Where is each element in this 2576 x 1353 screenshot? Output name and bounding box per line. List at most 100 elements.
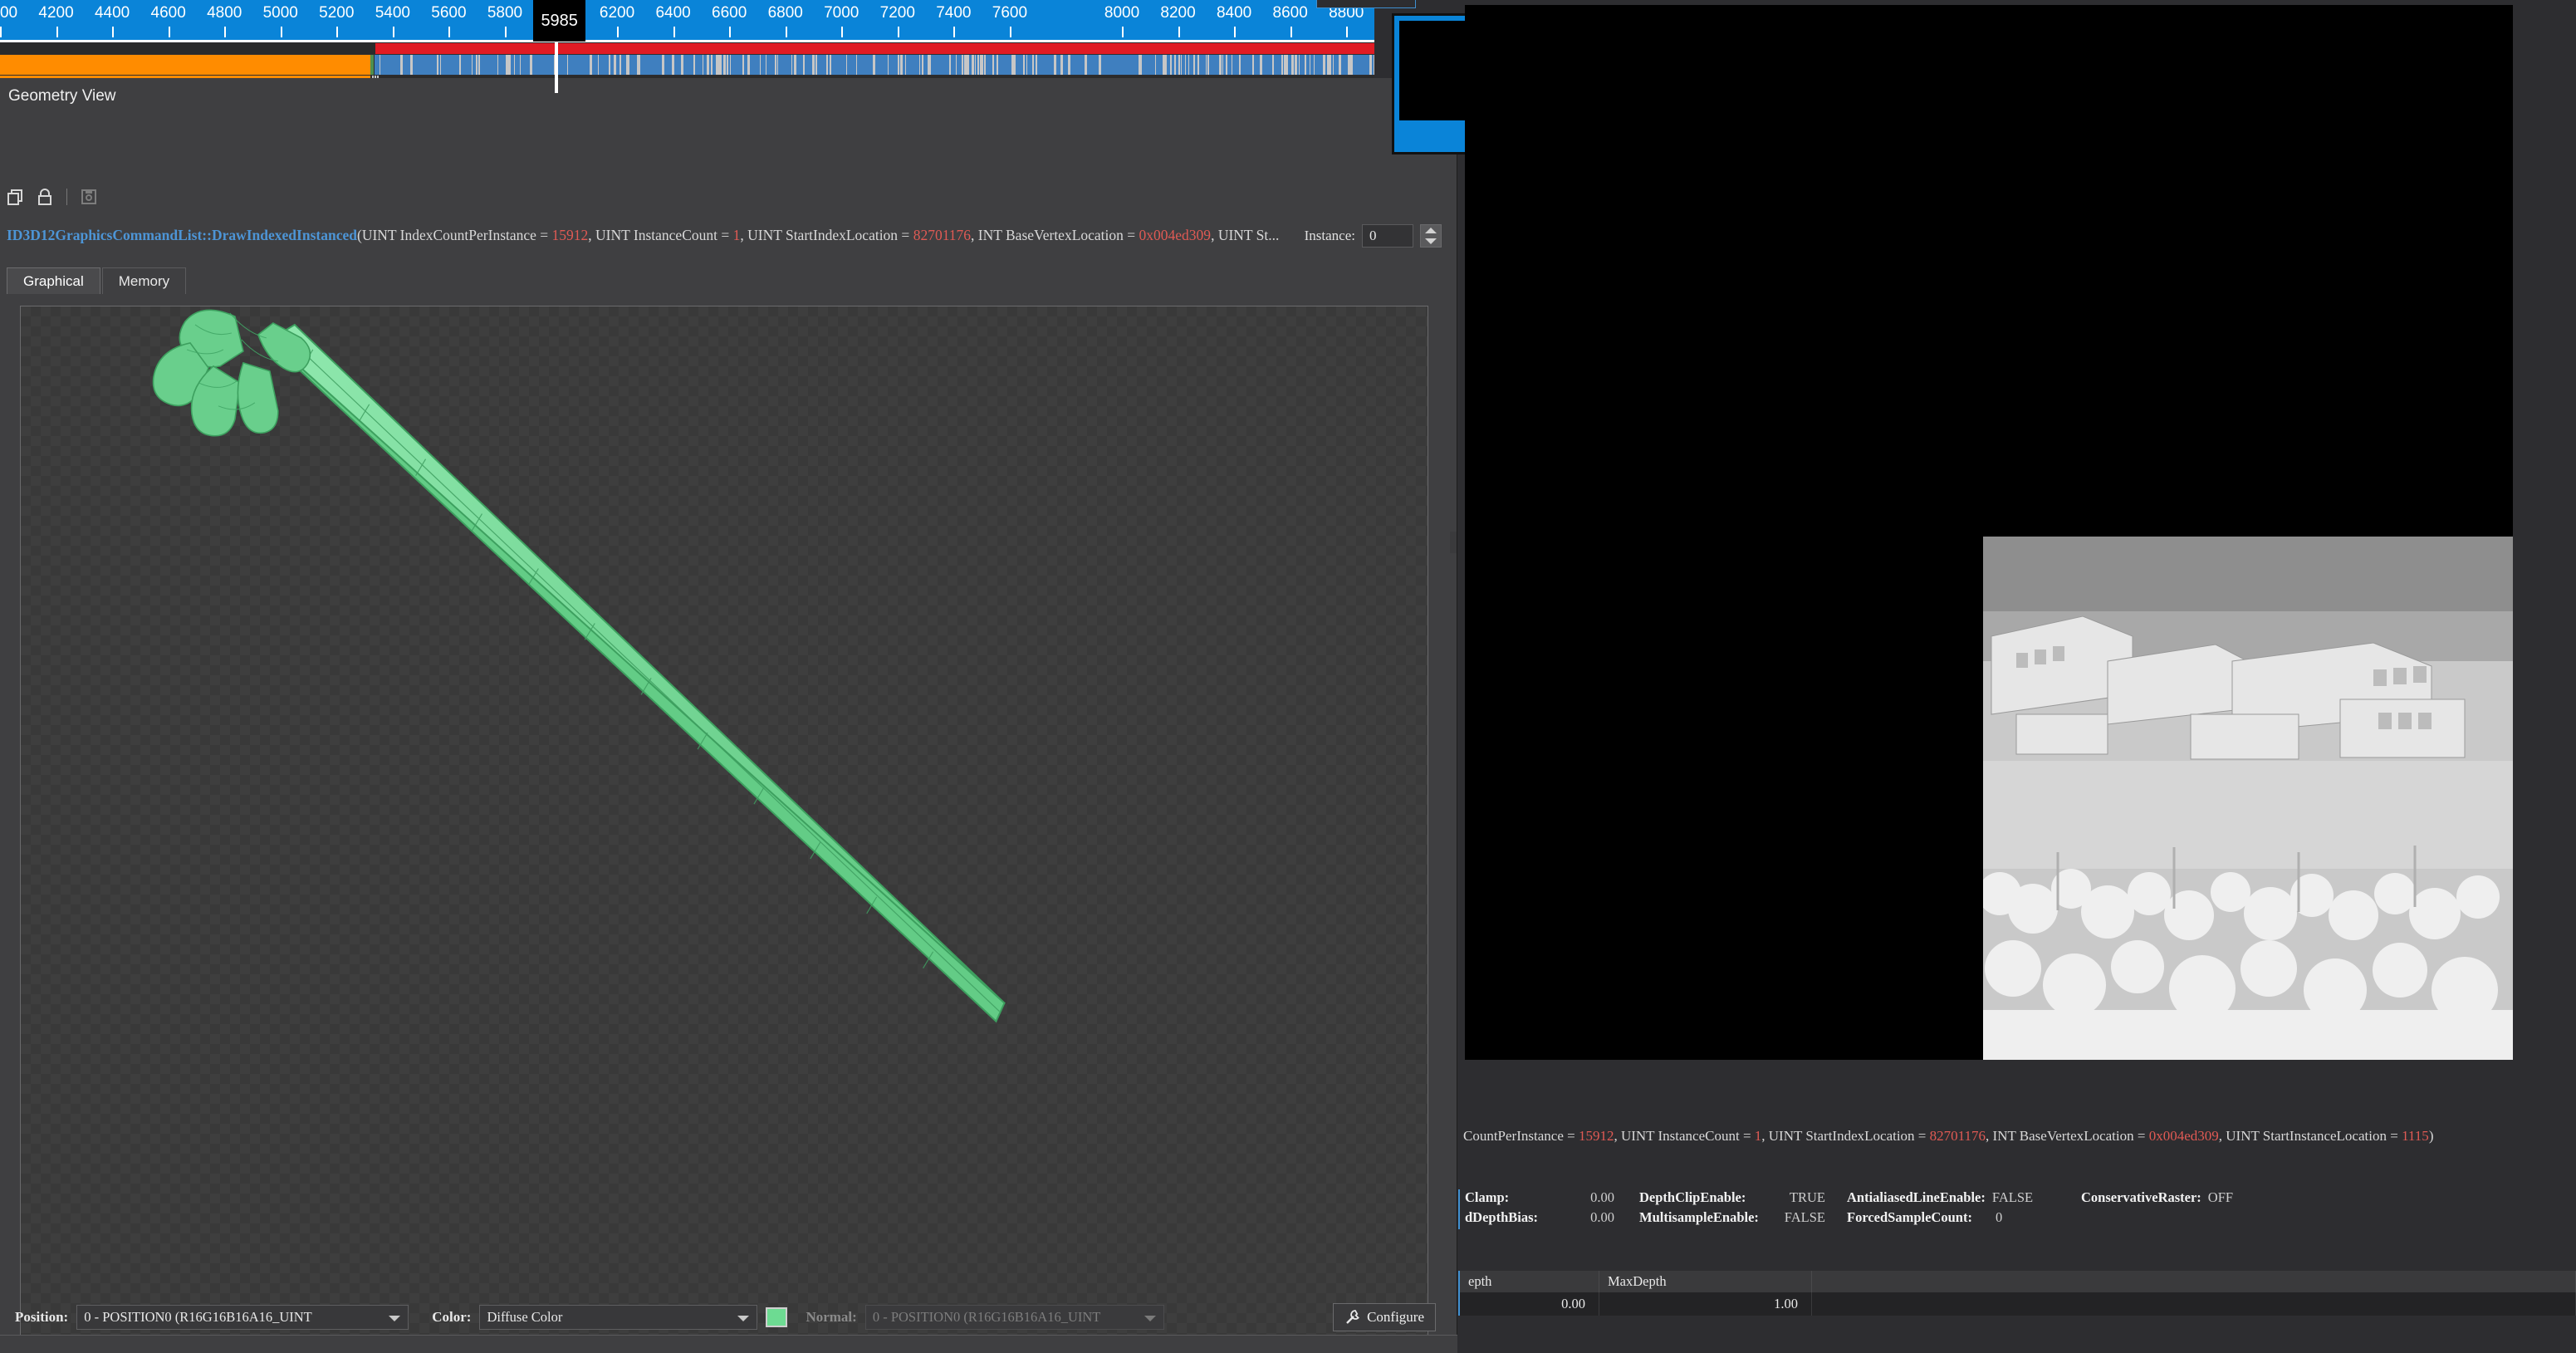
event-marker[interactable] — [723, 55, 726, 75]
event-marker[interactable] — [1348, 55, 1350, 75]
event-marker[interactable] — [1188, 55, 1190, 75]
pane-splitter-handle[interactable] — [1450, 532, 1457, 553]
event-marker[interactable] — [620, 55, 621, 75]
timeline-track-events[interactable] — [0, 55, 1374, 75]
event-marker[interactable] — [1060, 55, 1063, 75]
event-marker[interactable] — [1155, 55, 1157, 75]
event-marker[interactable] — [1252, 55, 1254, 75]
event-marker[interactable] — [747, 55, 750, 75]
event-marker[interactable] — [707, 55, 709, 75]
geometry-view-tabs[interactable]: Graphical Memory — [7, 267, 188, 294]
instance-spinner[interactable] — [1420, 224, 1442, 248]
event-marker[interactable] — [803, 55, 805, 75]
event-marker[interactable] — [967, 55, 969, 75]
event-marker[interactable] — [672, 55, 674, 75]
event-segment-green[interactable] — [370, 55, 374, 75]
event-marker[interactable] — [530, 55, 532, 75]
event-marker[interactable] — [777, 55, 779, 75]
event-marker[interactable] — [905, 55, 907, 75]
geometry-viewport[interactable] — [20, 306, 1428, 1353]
event-marker[interactable] — [478, 55, 480, 75]
event-marker[interactable] — [760, 55, 762, 75]
event-marker[interactable] — [949, 55, 951, 75]
event-marker[interactable] — [412, 55, 414, 75]
event-marker[interactable] — [992, 55, 994, 75]
event-marker[interactable] — [791, 55, 793, 75]
event-marker[interactable] — [472, 55, 473, 75]
event-marker[interactable] — [717, 55, 720, 75]
event-marker[interactable] — [703, 55, 704, 75]
event-marker[interactable] — [1330, 55, 1331, 75]
event-marker[interactable] — [1032, 55, 1034, 75]
event-marker[interactable] — [497, 55, 499, 75]
copy-icon[interactable] — [5, 186, 27, 208]
event-marker[interactable] — [812, 55, 814, 75]
event-marker[interactable] — [1299, 55, 1300, 75]
event-marker[interactable] — [662, 55, 664, 75]
event-marker[interactable] — [615, 55, 616, 75]
event-marker[interactable] — [1141, 55, 1143, 75]
instance-stepper[interactable]: Instance: 0 — [1305, 223, 1442, 248]
event-marker[interactable] — [1207, 55, 1209, 75]
event-marker[interactable] — [1193, 55, 1195, 75]
event-marker[interactable] — [639, 55, 640, 75]
event-marker[interactable] — [1351, 55, 1353, 75]
render-target-view[interactable] — [1465, 5, 2513, 1060]
event-marker[interactable] — [1036, 55, 1037, 75]
event-marker[interactable] — [766, 55, 767, 75]
event-marker[interactable] — [1068, 55, 1070, 75]
event-marker[interactable] — [1305, 55, 1307, 75]
event-marker[interactable] — [1170, 55, 1172, 75]
event-marker[interactable] — [1174, 55, 1176, 75]
event-marker[interactable] — [1163, 55, 1165, 75]
event-marker[interactable] — [1015, 55, 1016, 75]
event-marker[interactable] — [437, 55, 438, 75]
event-marker[interactable] — [1026, 55, 1028, 75]
event-segment-red[interactable] — [375, 43, 1374, 54]
event-marker[interactable] — [1310, 55, 1311, 75]
event-marker[interactable] — [598, 55, 600, 75]
event-marker[interactable] — [1339, 55, 1341, 75]
event-marker[interactable] — [567, 55, 569, 75]
chevron-down-icon[interactable] — [1425, 238, 1437, 244]
event-marker[interactable] — [1272, 55, 1274, 75]
event-marker[interactable] — [965, 55, 967, 75]
event-marker[interactable] — [742, 55, 744, 75]
event-marker[interactable] — [815, 55, 817, 75]
event-marker[interactable] — [1323, 55, 1325, 75]
event-marker[interactable] — [928, 55, 931, 75]
event-marker[interactable] — [730, 55, 732, 75]
event-marker[interactable] — [827, 55, 829, 75]
event-marker[interactable] — [922, 55, 923, 75]
event-marker[interactable] — [984, 55, 986, 75]
event-marker[interactable] — [856, 55, 858, 75]
tab-memory[interactable]: Memory — [102, 267, 186, 294]
event-marker[interactable] — [400, 55, 403, 75]
event-marker[interactable] — [873, 55, 874, 75]
event-marker[interactable] — [1197, 55, 1199, 75]
event-marker[interactable] — [693, 55, 695, 75]
event-marker[interactable] — [637, 55, 639, 75]
event-marker[interactable] — [1222, 55, 1224, 75]
event-marker[interactable] — [720, 55, 722, 75]
event-marker[interactable] — [1085, 55, 1087, 75]
event-marker[interactable] — [977, 55, 979, 75]
event-marker[interactable] — [919, 55, 921, 75]
event-marker[interactable] — [1219, 55, 1222, 75]
event-marker[interactable] — [975, 55, 977, 75]
event-marker[interactable] — [888, 55, 889, 75]
event-marker[interactable] — [514, 55, 516, 75]
configure-button[interactable]: Configure — [1333, 1303, 1436, 1331]
event-marker[interactable] — [1327, 55, 1330, 75]
event-marker[interactable] — [874, 55, 876, 75]
event-marker[interactable] — [711, 55, 713, 75]
event-marker[interactable] — [1185, 55, 1187, 75]
event-marker[interactable] — [727, 55, 728, 75]
event-marker[interactable] — [1226, 55, 1227, 75]
event-marker[interactable] — [962, 55, 963, 75]
event-marker[interactable] — [1239, 55, 1241, 75]
event-segment-blue[interactable] — [375, 55, 1374, 75]
chevron-up-icon[interactable] — [1425, 228, 1437, 233]
event-marker[interactable] — [900, 55, 903, 75]
event-marker[interactable] — [1260, 55, 1262, 75]
